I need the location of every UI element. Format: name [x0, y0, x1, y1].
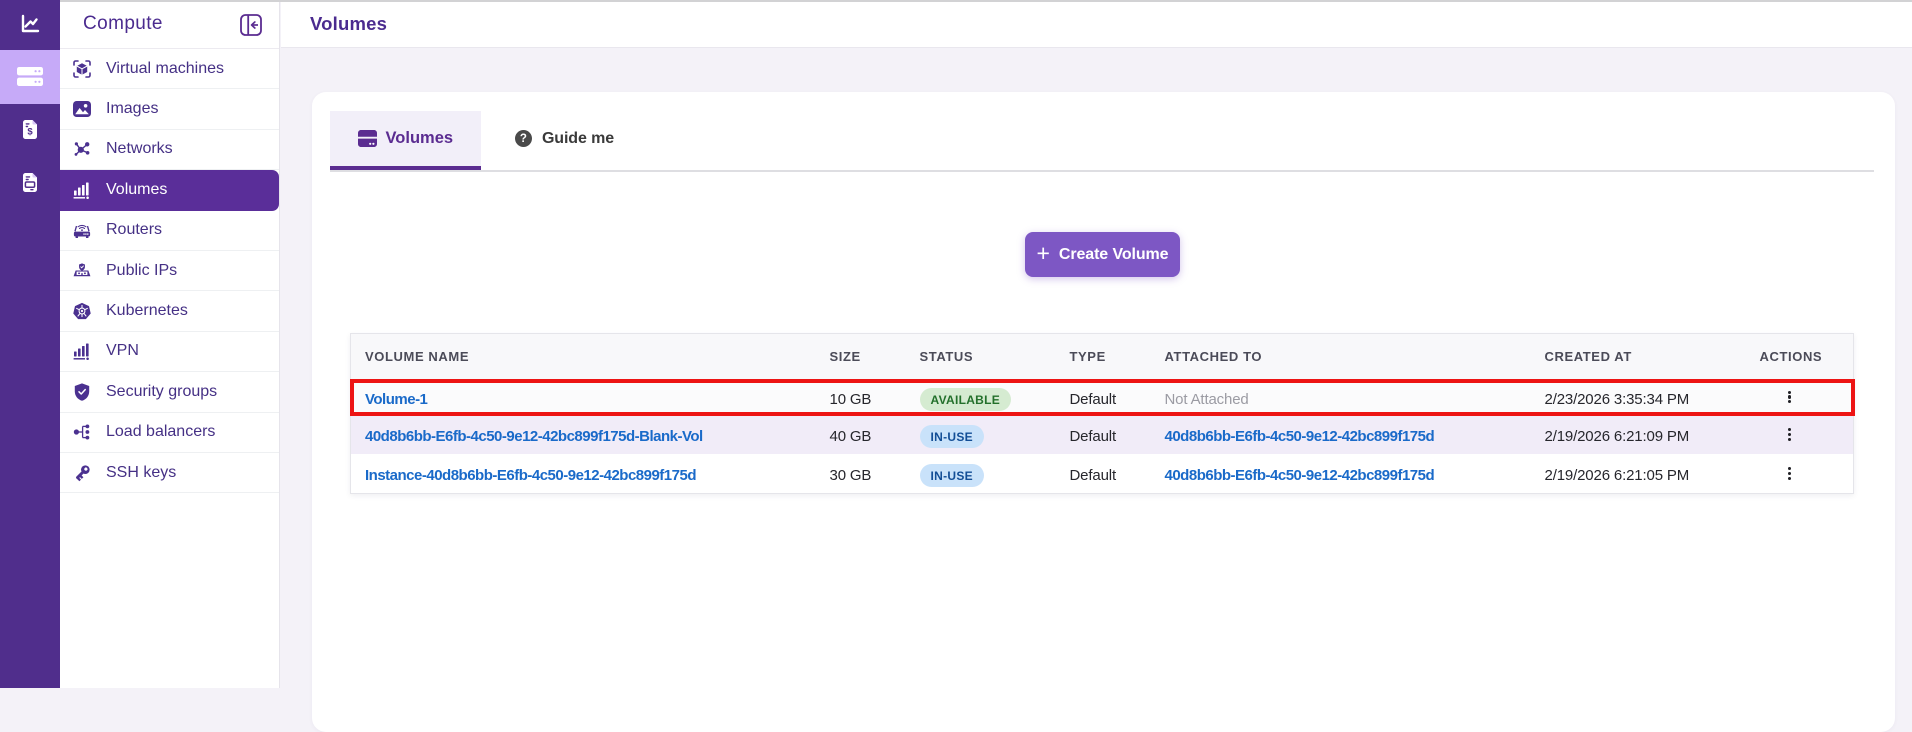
svg-text:$: $	[27, 127, 33, 138]
